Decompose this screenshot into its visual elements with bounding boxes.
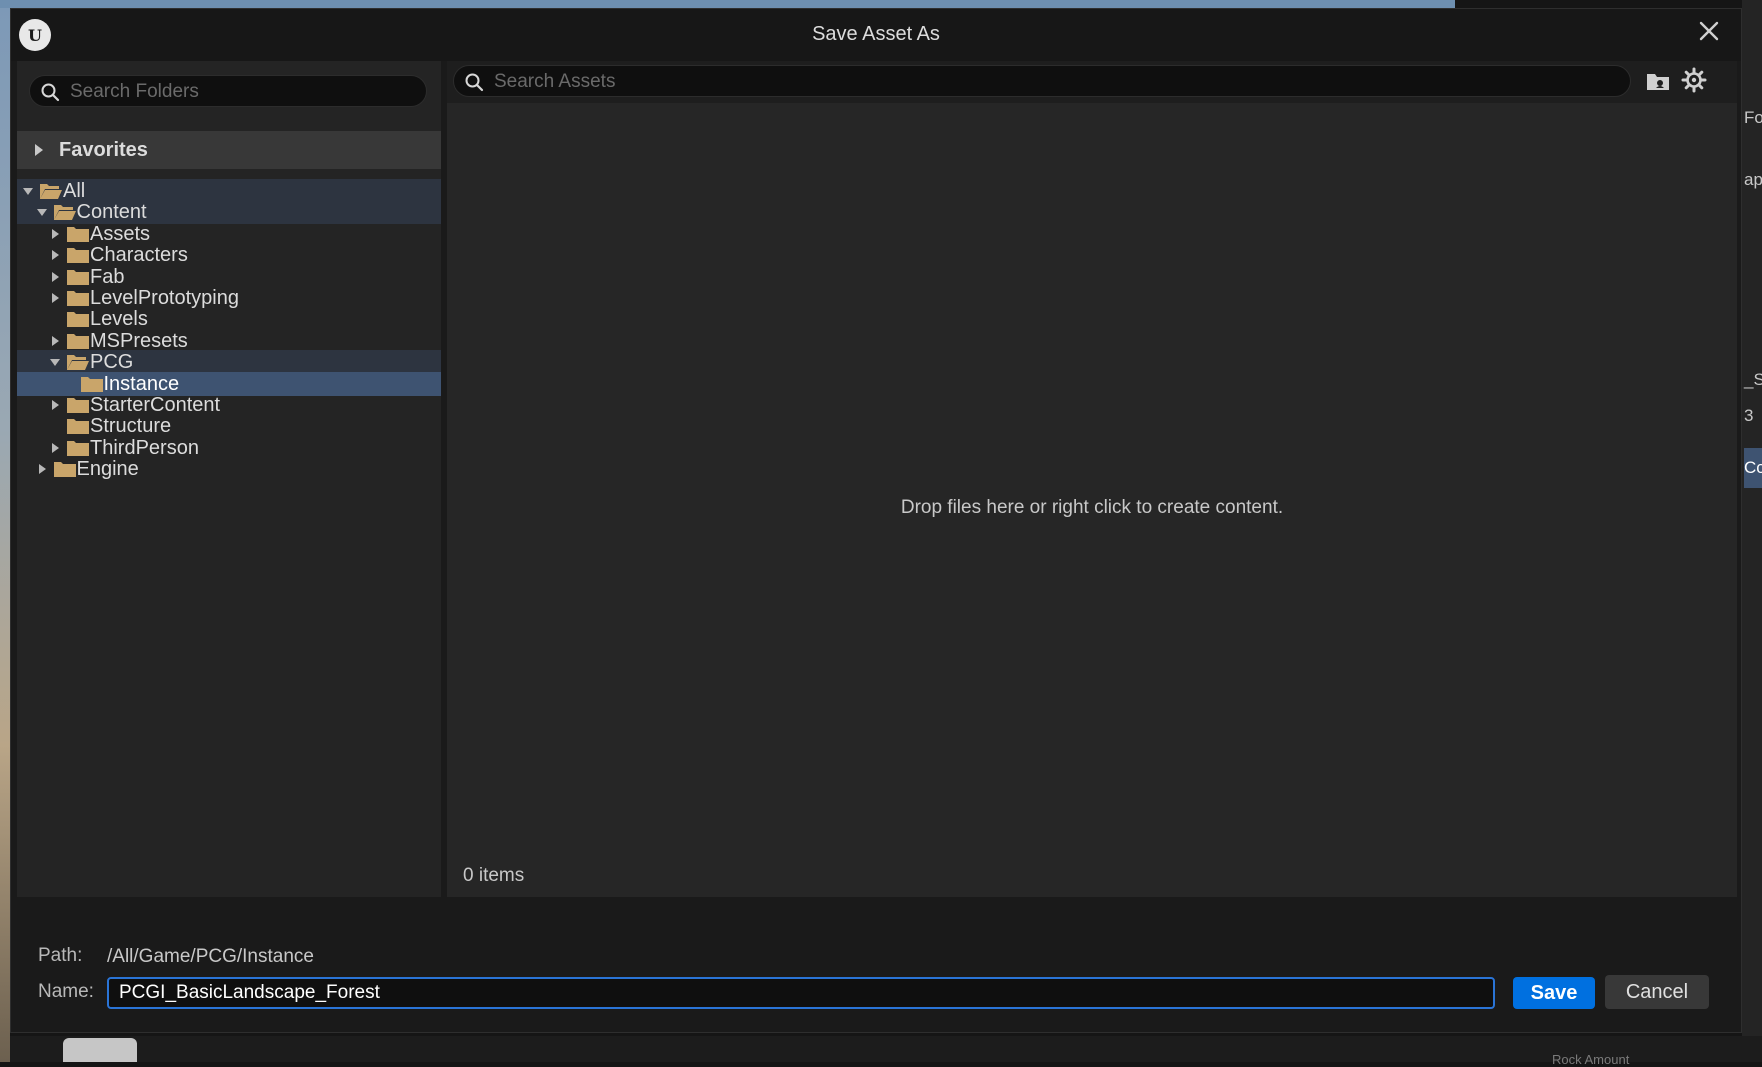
folder-icon	[67, 312, 89, 328]
caret-down-icon[interactable]	[23, 186, 33, 196]
asset-toolbar	[447, 61, 1737, 103]
background-label: _S	[1744, 370, 1762, 389]
caret-right-icon[interactable]	[37, 464, 47, 475]
background-viewport-sky	[0, 0, 1455, 8]
folder-tree-row[interactable]: Fab	[17, 265, 441, 289]
cancel-button[interactable]: Cancel	[1605, 975, 1709, 1009]
folder-open-icon	[67, 355, 89, 371]
save-asset-dialog: U Save Asset As Favorites AllContentAsse…	[10, 8, 1742, 1033]
folder-tree-row[interactable]: LevelPrototyping	[17, 286, 441, 310]
folder-tree-row[interactable]: All	[17, 179, 441, 203]
folder-tree: All Content Assets Characters Fab LevelProtot…	[17, 179, 441, 481]
background-viewport-strip	[0, 8, 10, 1062]
background-label: Cc	[1744, 458, 1762, 477]
folder-label: Levels	[90, 308, 148, 331]
caret-down-icon[interactable]	[50, 357, 60, 367]
folder-tree-row[interactable]: ThirdPerson	[17, 436, 441, 460]
folder-open-icon	[40, 184, 62, 199]
save-button[interactable]: Save	[1513, 977, 1595, 1009]
folder-icon	[67, 398, 89, 414]
folder-tree-row[interactable]: StarterContent	[17, 393, 441, 417]
folder-icon	[67, 333, 89, 349]
caret-right-icon[interactable]	[50, 228, 60, 239]
background-bottom-bar	[10, 1036, 1762, 1062]
search-icon	[41, 83, 60, 102]
folder-tree-row[interactable]: Instance	[17, 371, 441, 396]
background-bottom-label: Rock Amount	[1552, 1052, 1630, 1067]
search-assets-box[interactable]	[453, 65, 1631, 97]
folder-icon	[53, 462, 76, 478]
folder-open-icon	[53, 205, 76, 221]
search-folders-box[interactable]	[29, 75, 427, 107]
items-count: 0 items	[463, 865, 525, 886]
empty-drop-message: Drop files here or right click to create…	[900, 497, 1284, 518]
asset-panel: Drop files here or right click to create…	[447, 61, 1737, 897]
folder-icon	[67, 291, 89, 307]
folder-add-icon[interactable]	[1645, 69, 1671, 93]
caret-right-icon[interactable]	[50, 335, 60, 346]
gamepad-icon	[63, 1038, 137, 1062]
search-assets-input[interactable]	[492, 69, 1616, 95]
search-icon	[465, 73, 484, 92]
asset-name-input[interactable]	[107, 977, 1495, 1009]
folder-label: ThirdPerson	[90, 436, 199, 459]
caret-right-icon[interactable]	[50, 400, 60, 411]
folder-label: All	[63, 180, 86, 202]
close-icon[interactable]	[1695, 17, 1723, 45]
path-value: /All/Game/PCG/Instance	[107, 946, 314, 967]
name-label: Name:	[38, 981, 94, 1002]
gear-icon[interactable]	[1681, 67, 1707, 93]
folder-icon	[67, 226, 89, 242]
background-details-panel	[1742, 0, 1762, 1062]
folder-label: PCG	[90, 351, 134, 374]
folder-tree-row[interactable]: Levels	[17, 307, 441, 331]
folder-label: MSPresets	[90, 329, 188, 352]
caret-right-icon[interactable]	[50, 271, 60, 282]
caret-right-icon	[35, 144, 43, 156]
folder-tree-row[interactable]: Content	[17, 200, 441, 225]
caret-down-icon[interactable]	[36, 207, 47, 217]
folder-icon	[67, 248, 89, 264]
search-folders-input[interactable]	[68, 79, 412, 105]
folder-label: Instance	[103, 372, 180, 395]
favorites-section[interactable]: Favorites	[17, 131, 441, 169]
caret-right-icon[interactable]	[50, 293, 60, 304]
folder-label: Fab	[90, 265, 125, 288]
folder-label: Characters	[90, 244, 188, 267]
folder-tree-row[interactable]: Characters	[17, 243, 441, 267]
favorites-label: Favorites	[59, 139, 148, 161]
background-label: ap	[1744, 170, 1762, 189]
folder-icon	[67, 419, 89, 435]
folder-label: Engine	[76, 458, 139, 481]
folder-tree-row[interactable]: Assets	[17, 222, 441, 246]
folder-icon	[67, 440, 89, 456]
folder-tree-row[interactable]: PCG	[17, 350, 441, 375]
folder-label: Assets	[90, 222, 151, 245]
path-label: Path:	[38, 945, 83, 966]
folder-tree-row[interactable]: MSPresets	[17, 329, 441, 353]
folder-tree-row[interactable]: Structure	[17, 414, 441, 438]
folder-label: StarterContent	[90, 394, 221, 417]
folder-label: Structure	[90, 415, 172, 438]
background-label: Fo	[1744, 108, 1762, 127]
dialog-title: Save Asset As	[812, 23, 940, 45]
folder-label: LevelPrototyping	[90, 287, 239, 310]
folder-icon	[67, 269, 89, 285]
folder-icon	[80, 376, 103, 392]
caret-right-icon[interactable]	[50, 250, 60, 261]
folder-label: Content	[76, 201, 147, 224]
folder-tree-row[interactable]: Engine	[17, 457, 441, 481]
background-label: 3	[1744, 406, 1754, 425]
caret-right-icon[interactable]	[50, 442, 60, 453]
title-bar: U Save Asset As	[11, 9, 1741, 61]
folder-panel: Favorites AllContentAssetsCharactersFabL…	[17, 61, 441, 897]
